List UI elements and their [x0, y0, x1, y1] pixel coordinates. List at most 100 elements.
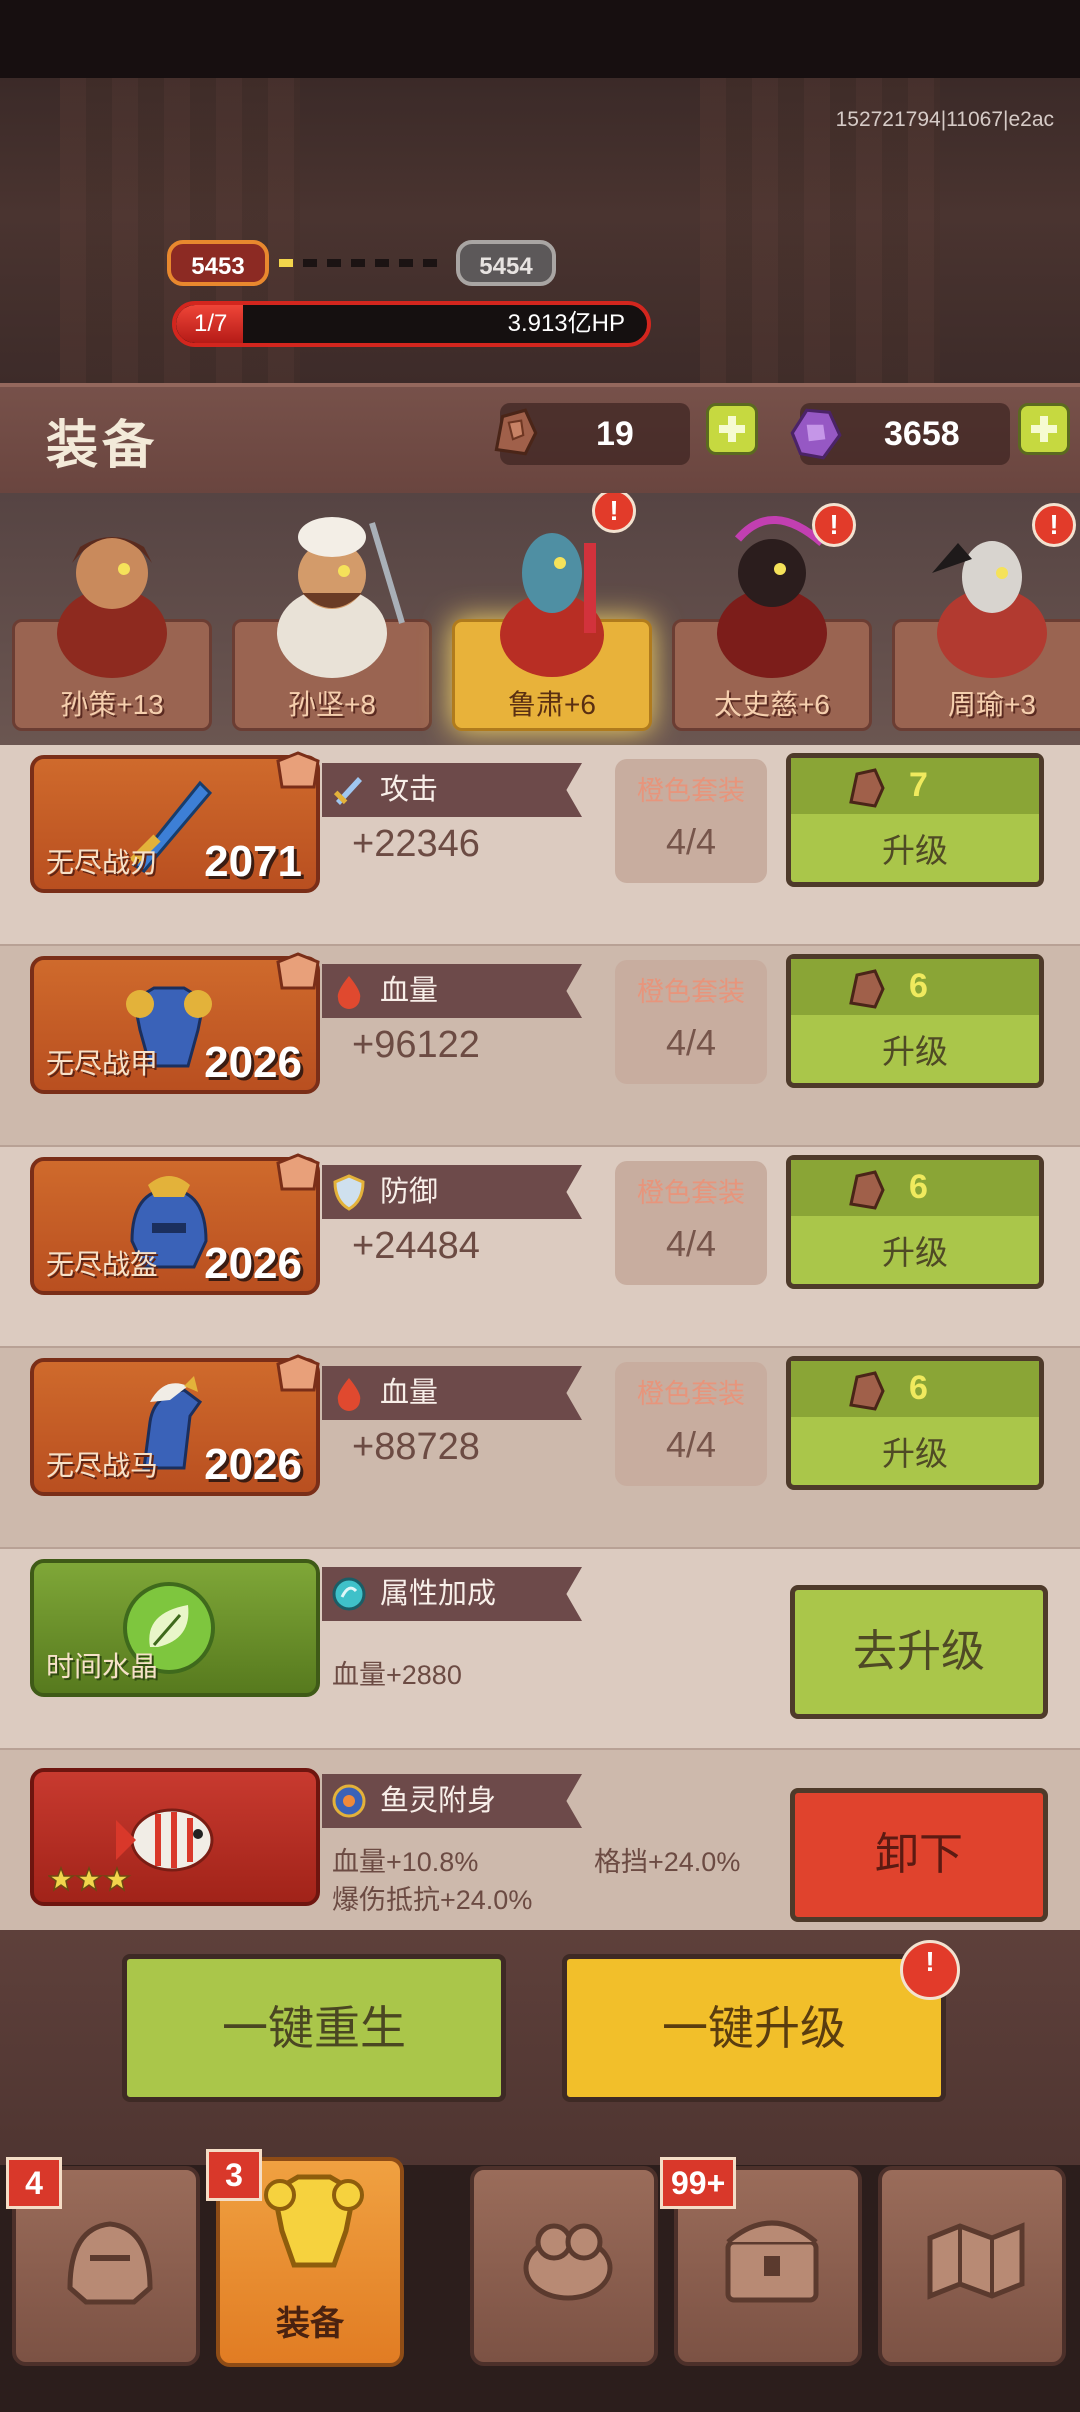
crystal-name: 时间水晶 [46, 1651, 159, 1682]
attribute-tag: 防御 [322, 1165, 582, 1219]
helmet-nav-icon [67, 2221, 153, 2305]
spirit-orb-icon [332, 1784, 366, 1818]
upgrade-button[interactable]: 6 升级 [786, 954, 1044, 1088]
hero-name: 周瑜+3 [948, 689, 1036, 720]
set-count: 4/4 [665, 821, 717, 862]
hero-name: 鲁肃+6 [508, 689, 596, 720]
equipment-card[interactable]: 无尽战盔 2026 [30, 1153, 320, 1295]
upgrade-button[interactable]: 6 升级 [786, 1155, 1044, 1289]
upgrade-cost: 6 [909, 1369, 928, 1407]
unequip-button[interactable]: 卸下 [790, 1788, 1048, 1922]
fish-spirit-row: 鱼灵附身 血量+10.8% 格挡+24.0% 爆伤抵抗+24.0% 卸下 [0, 1750, 1080, 1930]
page-title: 装备 [46, 417, 159, 475]
equipment-level: 2071 [204, 837, 302, 886]
nav-badge: 4 [6, 2157, 62, 2209]
hero-alert-icon [592, 493, 636, 533]
nav-tab-treasure[interactable] [470, 2166, 658, 2366]
next-level-badge: 5454 [456, 240, 556, 286]
action-bar: 一键重生 一键升级 [0, 1930, 1080, 2165]
equipment-row: 无尽战甲 2026 血量 +96122 橙色套装 4/4 6 升级 [0, 946, 1080, 1147]
attribute-value: +24484 [352, 1225, 480, 1267]
bottom-nav: 4 装备 3 99+ [0, 2149, 1080, 2412]
upgrade-all-alert-icon [900, 1940, 960, 2000]
ore-count: 19 [596, 415, 634, 453]
level-progress-dots [279, 259, 447, 267]
crystal-count: 3658 [884, 415, 960, 453]
equipment-name: 无尽战盔 [46, 1249, 159, 1280]
attribute-tag: 鱼灵附身 [322, 1774, 582, 1828]
hero-portrait [277, 517, 405, 678]
purple-gem-icon [790, 408, 842, 460]
blood-drop-icon [337, 976, 361, 1009]
set-badge-icon [276, 1153, 320, 1191]
add-ore-button[interactable] [706, 403, 758, 455]
attribute-label: 攻击 [380, 774, 439, 806]
blood-drop-icon [337, 1378, 361, 1411]
nav-label: 装备 [276, 2305, 344, 2343]
go-upgrade-button[interactable]: 去升级 [790, 1585, 1048, 1719]
set-title: 橙色套装 [637, 1178, 745, 1208]
attribute-label: 属性加成 [380, 1578, 497, 1610]
hero-slot[interactable]: 孙策+13 [12, 493, 212, 733]
add-crystal-button[interactable] [1018, 403, 1070, 455]
equipment-card[interactable]: 无尽战马 2026 [30, 1354, 320, 1496]
current-level-badge: 5453 [167, 240, 269, 286]
set-badge-icon [276, 751, 320, 789]
nav-badge: 3 [206, 2149, 262, 2201]
attribute-label: 血量 [380, 975, 439, 1007]
attribute-label: 血量 [380, 1377, 439, 1409]
equipment-card[interactable]: 无尽战刃 2071 [30, 751, 320, 893]
map-nav-icon [927, 2222, 1025, 2300]
set-badge-icon [276, 1354, 320, 1392]
set-count: 4/4 [665, 1022, 717, 1063]
hero-slot[interactable]: 孙坚+8 [232, 493, 432, 733]
equipment-level: 2026 [204, 1239, 302, 1288]
equipment-row: 无尽战盔 2026 防御 +24484 橙色套装 4/4 6 升级 [0, 1147, 1080, 1348]
upgrade-cost: 7 [909, 766, 928, 804]
chest-nav-icon [725, 2220, 819, 2303]
set-info: 橙色套装 4/4 [615, 960, 767, 1084]
set-title: 橙色套装 [637, 977, 745, 1007]
attribute-value: +96122 [352, 1024, 480, 1066]
equipment-row: 无尽战马 2026 血量 +88728 橙色套装 4/4 6 升级 [0, 1348, 1080, 1549]
attribute-tag: 血量 [322, 964, 582, 1018]
hero-alert-icon [1032, 503, 1076, 547]
hero-selector: 孙策+13 孙坚+8 鲁肃+6 太史慈+6 [0, 493, 1080, 745]
ore-icon [849, 1170, 885, 1210]
upgrade-button[interactable]: 6 升级 [786, 1356, 1044, 1490]
set-info: 橙色套装 4/4 [615, 1362, 767, 1486]
equipment-name: 无尽战刃 [46, 847, 159, 878]
upgrade-cost: 6 [909, 967, 928, 1005]
ore-resource: 19 [494, 403, 690, 465]
equipment-list: 无尽战刃 2071 攻击 +22346 橙色套装 4/4 7 升级 无尽战甲 2… [0, 745, 1080, 1930]
crystal-resource: 3658 [790, 403, 1010, 465]
upgrade-all-button[interactable]: 一键升级 [562, 1954, 946, 2102]
hero-alert-icon [812, 503, 856, 547]
set-info: 橙色套装 4/4 [615, 1161, 767, 1285]
boss-hp-text: 3.913亿HP [507, 310, 625, 337]
attribute-label: 防御 [380, 1176, 439, 1208]
fish-spirit-card[interactable] [30, 1768, 320, 1906]
server-id-text: 152721794|11067|e2ac [835, 108, 1054, 131]
shield-icon [333, 1174, 365, 1211]
upgrade-button[interactable]: 7 升级 [786, 753, 1044, 887]
nav-tab-map[interactable] [878, 2166, 1066, 2366]
set-title: 橙色套装 [637, 1379, 745, 1409]
fish-bonus-crit-resist: 爆伤抵抗+24.0% [332, 1885, 533, 1915]
ore-icon [849, 768, 885, 808]
sword-icon [333, 777, 362, 805]
crystal-bonus: 血量+2880 [332, 1660, 462, 1690]
attribute-tag: 属性加成 [322, 1567, 582, 1621]
equipment-name: 无尽战马 [46, 1450, 159, 1481]
equipment-level: 2026 [204, 1440, 302, 1489]
attribute-label: 鱼灵附身 [380, 1785, 497, 1817]
treasure-nav-icon [523, 2223, 613, 2301]
rebirth-all-button[interactable]: 一键重生 [122, 1954, 506, 2102]
equipment-level: 2026 [204, 1038, 302, 1087]
boss-hp-fraction: 1/7 [194, 310, 228, 337]
upgrade-label: 升级 [882, 1033, 948, 1070]
equipment-card[interactable]: 无尽战甲 2026 [30, 952, 320, 1094]
cyan-orb-icon [332, 1577, 366, 1611]
set-count: 4/4 [665, 1223, 717, 1264]
time-crystal-card[interactable]: 时间水晶 [30, 1559, 320, 1697]
